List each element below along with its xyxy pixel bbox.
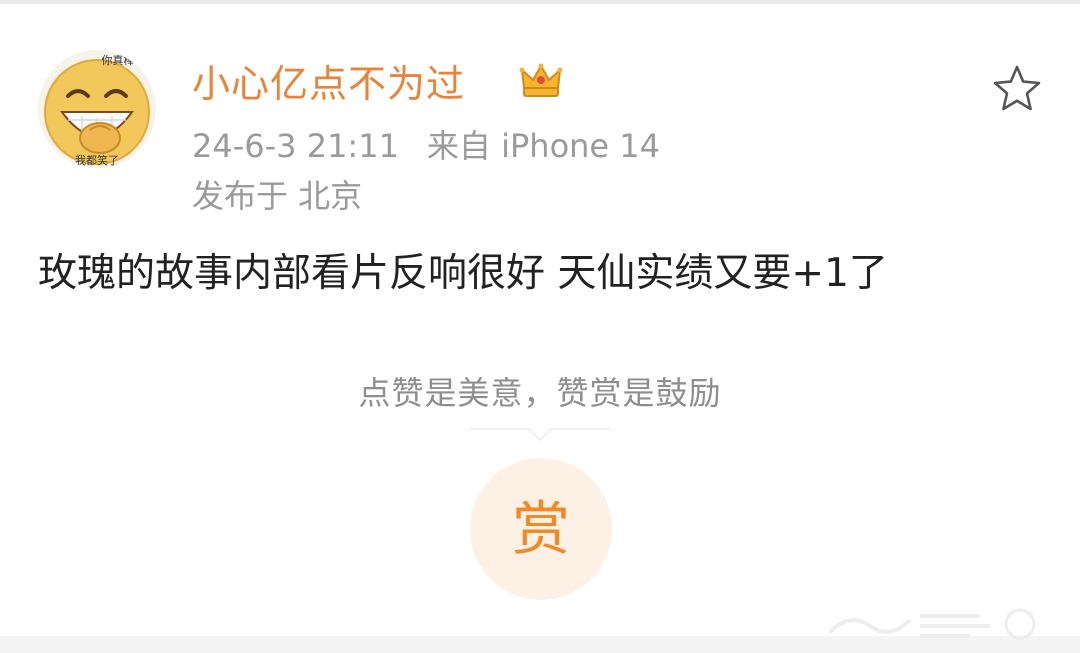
crown-icon <box>519 63 563 97</box>
avatar-caption-bottom: 我都笑了 <box>75 153 119 167</box>
laughing-emoji-icon: 你真棒 我都笑了 <box>38 50 156 168</box>
top-divider <box>0 0 1080 4</box>
avatar[interactable]: 你真棒 我都笑了 <box>38 50 156 168</box>
star-outline-icon[interactable] <box>990 62 1044 116</box>
reward-hint: 点赞是美意，赞赏是鼓励 <box>358 374 722 412</box>
post-source: 来自 iPhone 14 <box>426 127 661 165</box>
avatar-caption-top: 你真棒 <box>102 53 135 67</box>
post-meta: 24-6-3 21:11 来自 iPhone 14 <box>192 124 660 168</box>
caret-down-icon <box>528 428 552 442</box>
post-body-text: 玫瑰的故事内部看片反响很好 天仙实绩又要+1了 <box>38 251 888 296</box>
username[interactable]: 小心亿点不为过 <box>192 58 465 110</box>
post-location: 发布于 北京 <box>192 177 363 215</box>
post-timestamp: 24-6-3 21:11 <box>192 127 399 165</box>
watermark-logo <box>828 608 1036 640</box>
reward-button[interactable]: 赏 <box>470 458 612 600</box>
